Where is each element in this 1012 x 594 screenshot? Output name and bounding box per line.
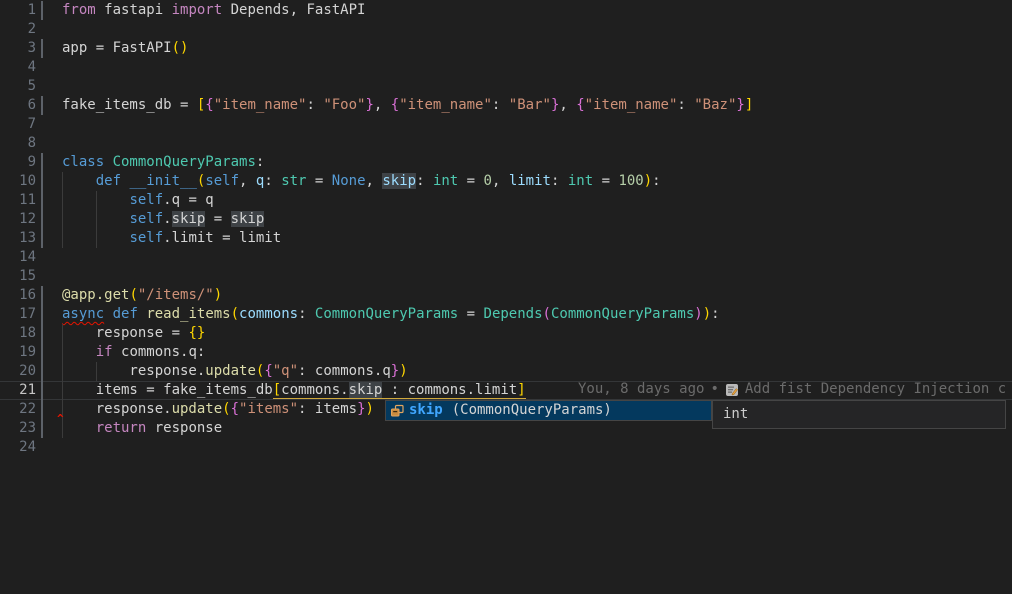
blame-separator: • <box>710 380 718 399</box>
line-number[interactable]: 4 <box>0 58 36 77</box>
gitlens-heatmap-bar <box>41 153 43 172</box>
code-line-15[interactable]: 15 <box>0 267 1012 286</box>
gitlens-heatmap-bar <box>41 343 43 362</box>
gitlens-heatmap-bar <box>41 305 43 324</box>
code-editor: 1 from fastapi import Depends, FastAPI 23 a… <box>0 0 1012 594</box>
code-line-10[interactable]: 10 def __init__(self, q: str = None, ski… <box>0 172 1012 191</box>
code-line-5[interactable]: 5 <box>0 77 1012 96</box>
code-text: items = fake_items_db[commons.skip : com… <box>62 381 526 400</box>
line-number[interactable]: 17 <box>0 305 36 324</box>
line-number[interactable]: 15 <box>0 267 36 286</box>
code-text: if commons.q: <box>62 343 205 362</box>
line-number[interactable]: 2 <box>0 20 36 39</box>
line-number[interactable]: 24 <box>0 438 36 457</box>
gitlens-heatmap-bar <box>41 39 43 58</box>
line-number[interactable]: 10 <box>0 172 36 191</box>
code-line-4[interactable]: 4 <box>0 58 1012 77</box>
blame-author: You, 8 days ago <box>578 380 704 399</box>
line-number[interactable]: 20 <box>0 362 36 381</box>
line-number[interactable]: 9 <box>0 153 36 172</box>
line-number[interactable]: 21 <box>0 381 36 400</box>
code-line-19[interactable]: 19 if commons.q: <box>0 343 1012 362</box>
line-number[interactable]: 12 <box>0 210 36 229</box>
line-number[interactable]: 7 <box>0 115 36 134</box>
gitlens-blame-annotation: You, 8 days ago • Add fist Dependency Inje… <box>578 380 1006 399</box>
code-line-16[interactable]: 16 @app.get("/items/") <box>0 286 1012 305</box>
code-text: response.update({"items": items}) <box>62 400 374 419</box>
code-text: app = FastAPI() <box>62 39 188 58</box>
suggest-item-detail: (CommonQueryParams) <box>452 401 612 420</box>
gitlens-heatmap-bar <box>41 210 43 229</box>
code-line-1[interactable]: 1 from fastapi import Depends, FastAPI <box>0 1 1012 20</box>
gitlens-heatmap-bar <box>41 400 43 419</box>
gitlens-heatmap-bar <box>41 381 43 400</box>
line-number[interactable]: 3 <box>0 39 36 58</box>
line-number[interactable]: 6 <box>0 96 36 115</box>
code-line-6[interactable]: 6 fake_items_db = [{"item_name": "Foo"}, … <box>0 96 1012 115</box>
gitlens-heatmap-bar <box>41 96 43 115</box>
code-line-7[interactable]: 7 <box>0 115 1012 134</box>
gitlens-heatmap-bar <box>41 191 43 210</box>
line-number[interactable]: 22 <box>0 400 36 419</box>
gitlens-heatmap-bar <box>41 229 43 248</box>
gitlens-heatmap-bar <box>41 324 43 343</box>
line-number[interactable]: 19 <box>0 343 36 362</box>
suggest-widget: skip (CommonQueryParams) <box>385 400 712 421</box>
memo-icon <box>725 383 739 397</box>
line-number[interactable]: 14 <box>0 248 36 267</box>
code-text: @app.get("/items/") <box>62 286 222 305</box>
code-line-8[interactable]: 8 <box>0 134 1012 153</box>
code-text: self.q = q <box>62 191 214 210</box>
line-number[interactable]: 8 <box>0 134 36 153</box>
gitlens-heatmap-bar <box>41 1 43 20</box>
code-line-12[interactable]: 12 self.skip = skip <box>0 210 1012 229</box>
gitlens-heatmap-bar <box>41 286 43 305</box>
code-line-17[interactable]: 17 async def read_items(commons: CommonQu… <box>0 305 1012 324</box>
line-number[interactable]: 11 <box>0 191 36 210</box>
code-text: fake_items_db = [{"item_name": "Foo"}, {… <box>62 96 753 115</box>
code-line-14[interactable]: 14 <box>0 248 1012 267</box>
line-number[interactable]: 1 <box>0 1 36 20</box>
code-line-3[interactable]: 3 app = FastAPI() <box>0 39 1012 58</box>
code-text: def __init__(self, q: str = None, skip: … <box>62 172 661 191</box>
code-text: from fastapi import Depends, FastAPI <box>62 1 365 20</box>
field-icon <box>389 403 405 419</box>
line-number[interactable]: 16 <box>0 286 36 305</box>
suggest-doc-panel: int <box>712 400 1006 429</box>
blame-message: Add fist Dependency Injection c <box>745 380 1006 399</box>
code-line-2[interactable]: 2 <box>0 20 1012 39</box>
gitlens-heatmap-bar <box>41 419 43 438</box>
line-number[interactable]: 18 <box>0 324 36 343</box>
code-line-11[interactable]: 11 self.q = q <box>0 191 1012 210</box>
line-number[interactable]: 23 <box>0 419 36 438</box>
line-number[interactable]: 5 <box>0 77 36 96</box>
gitlens-heatmap-bar <box>41 172 43 191</box>
code-line-24[interactable]: 24 <box>0 438 1012 457</box>
code-text: async def read_items(commons: CommonQuer… <box>62 305 720 324</box>
code-line-20[interactable]: 20 response.update({"q": commons.q}) <box>0 362 1012 381</box>
gitlens-heatmap-bar <box>41 362 43 381</box>
code-line-9[interactable]: 9 class CommonQueryParams: <box>0 153 1012 172</box>
code-text: self.limit = limit <box>62 229 281 248</box>
code-text: response.update({"q": commons.q}) <box>62 362 408 381</box>
code-text: response = {} <box>62 324 205 343</box>
code-text: return response <box>62 419 222 438</box>
code-line-13[interactable]: 13 self.limit = limit <box>0 229 1012 248</box>
suggest-item-label: skip <box>409 401 443 420</box>
code-text: self.skip = skip <box>62 210 264 229</box>
suggest-doc-text: int <box>723 405 748 424</box>
code-line-18[interactable]: 18 response = {} <box>0 324 1012 343</box>
code-text: class CommonQueryParams: <box>62 153 264 172</box>
line-number[interactable]: 13 <box>0 229 36 248</box>
suggest-item-skip[interactable]: skip (CommonQueryParams) <box>386 401 711 420</box>
